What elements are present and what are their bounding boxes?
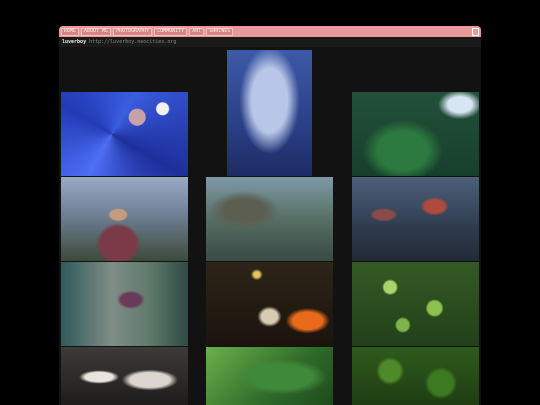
photo-oak-branches[interactable] [206,177,333,261]
nav-shrines[interactable]: SHRINES [206,27,234,36]
window-corner-icon[interactable] [472,27,479,36]
site-header: luverboy http://luverboy.neocities.org [59,37,481,47]
photo-blue-mosaic[interactable] [61,92,188,176]
site-name[interactable]: luverboy [62,39,86,45]
nav-photography[interactable]: PHOTOGRAPHY [113,27,153,36]
photo-garden-path[interactable] [61,262,188,346]
site-url[interactable]: http://luverboy.neocities.org [89,39,176,45]
nav-community[interactable]: COMMUNITY [154,27,188,36]
photo-girl-flowers[interactable] [61,177,188,261]
nav-art[interactable]: ART [189,27,205,36]
photo-statue-vase[interactable] [206,262,333,346]
photo-girl-reclining[interactable] [352,177,479,261]
photo-green-leaves[interactable] [352,347,479,405]
photo-fern-tree[interactable] [352,92,479,176]
photo-garden-arch[interactable] [227,50,312,176]
top-nav: HOME ABOUT ME PHOTOGRAPHY COMMUNITY ART … [59,26,481,37]
nav-about-me[interactable]: ABOUT ME [81,27,112,36]
nav-home[interactable]: HOME [61,27,80,36]
browser-window: HOME ABOUT ME PHOTOGRAPHY COMMUNITY ART … [59,26,481,405]
photo-cat[interactable] [61,347,188,405]
photo-jade-plant[interactable] [352,262,479,346]
photo-monstera-leaf[interactable] [206,347,333,405]
